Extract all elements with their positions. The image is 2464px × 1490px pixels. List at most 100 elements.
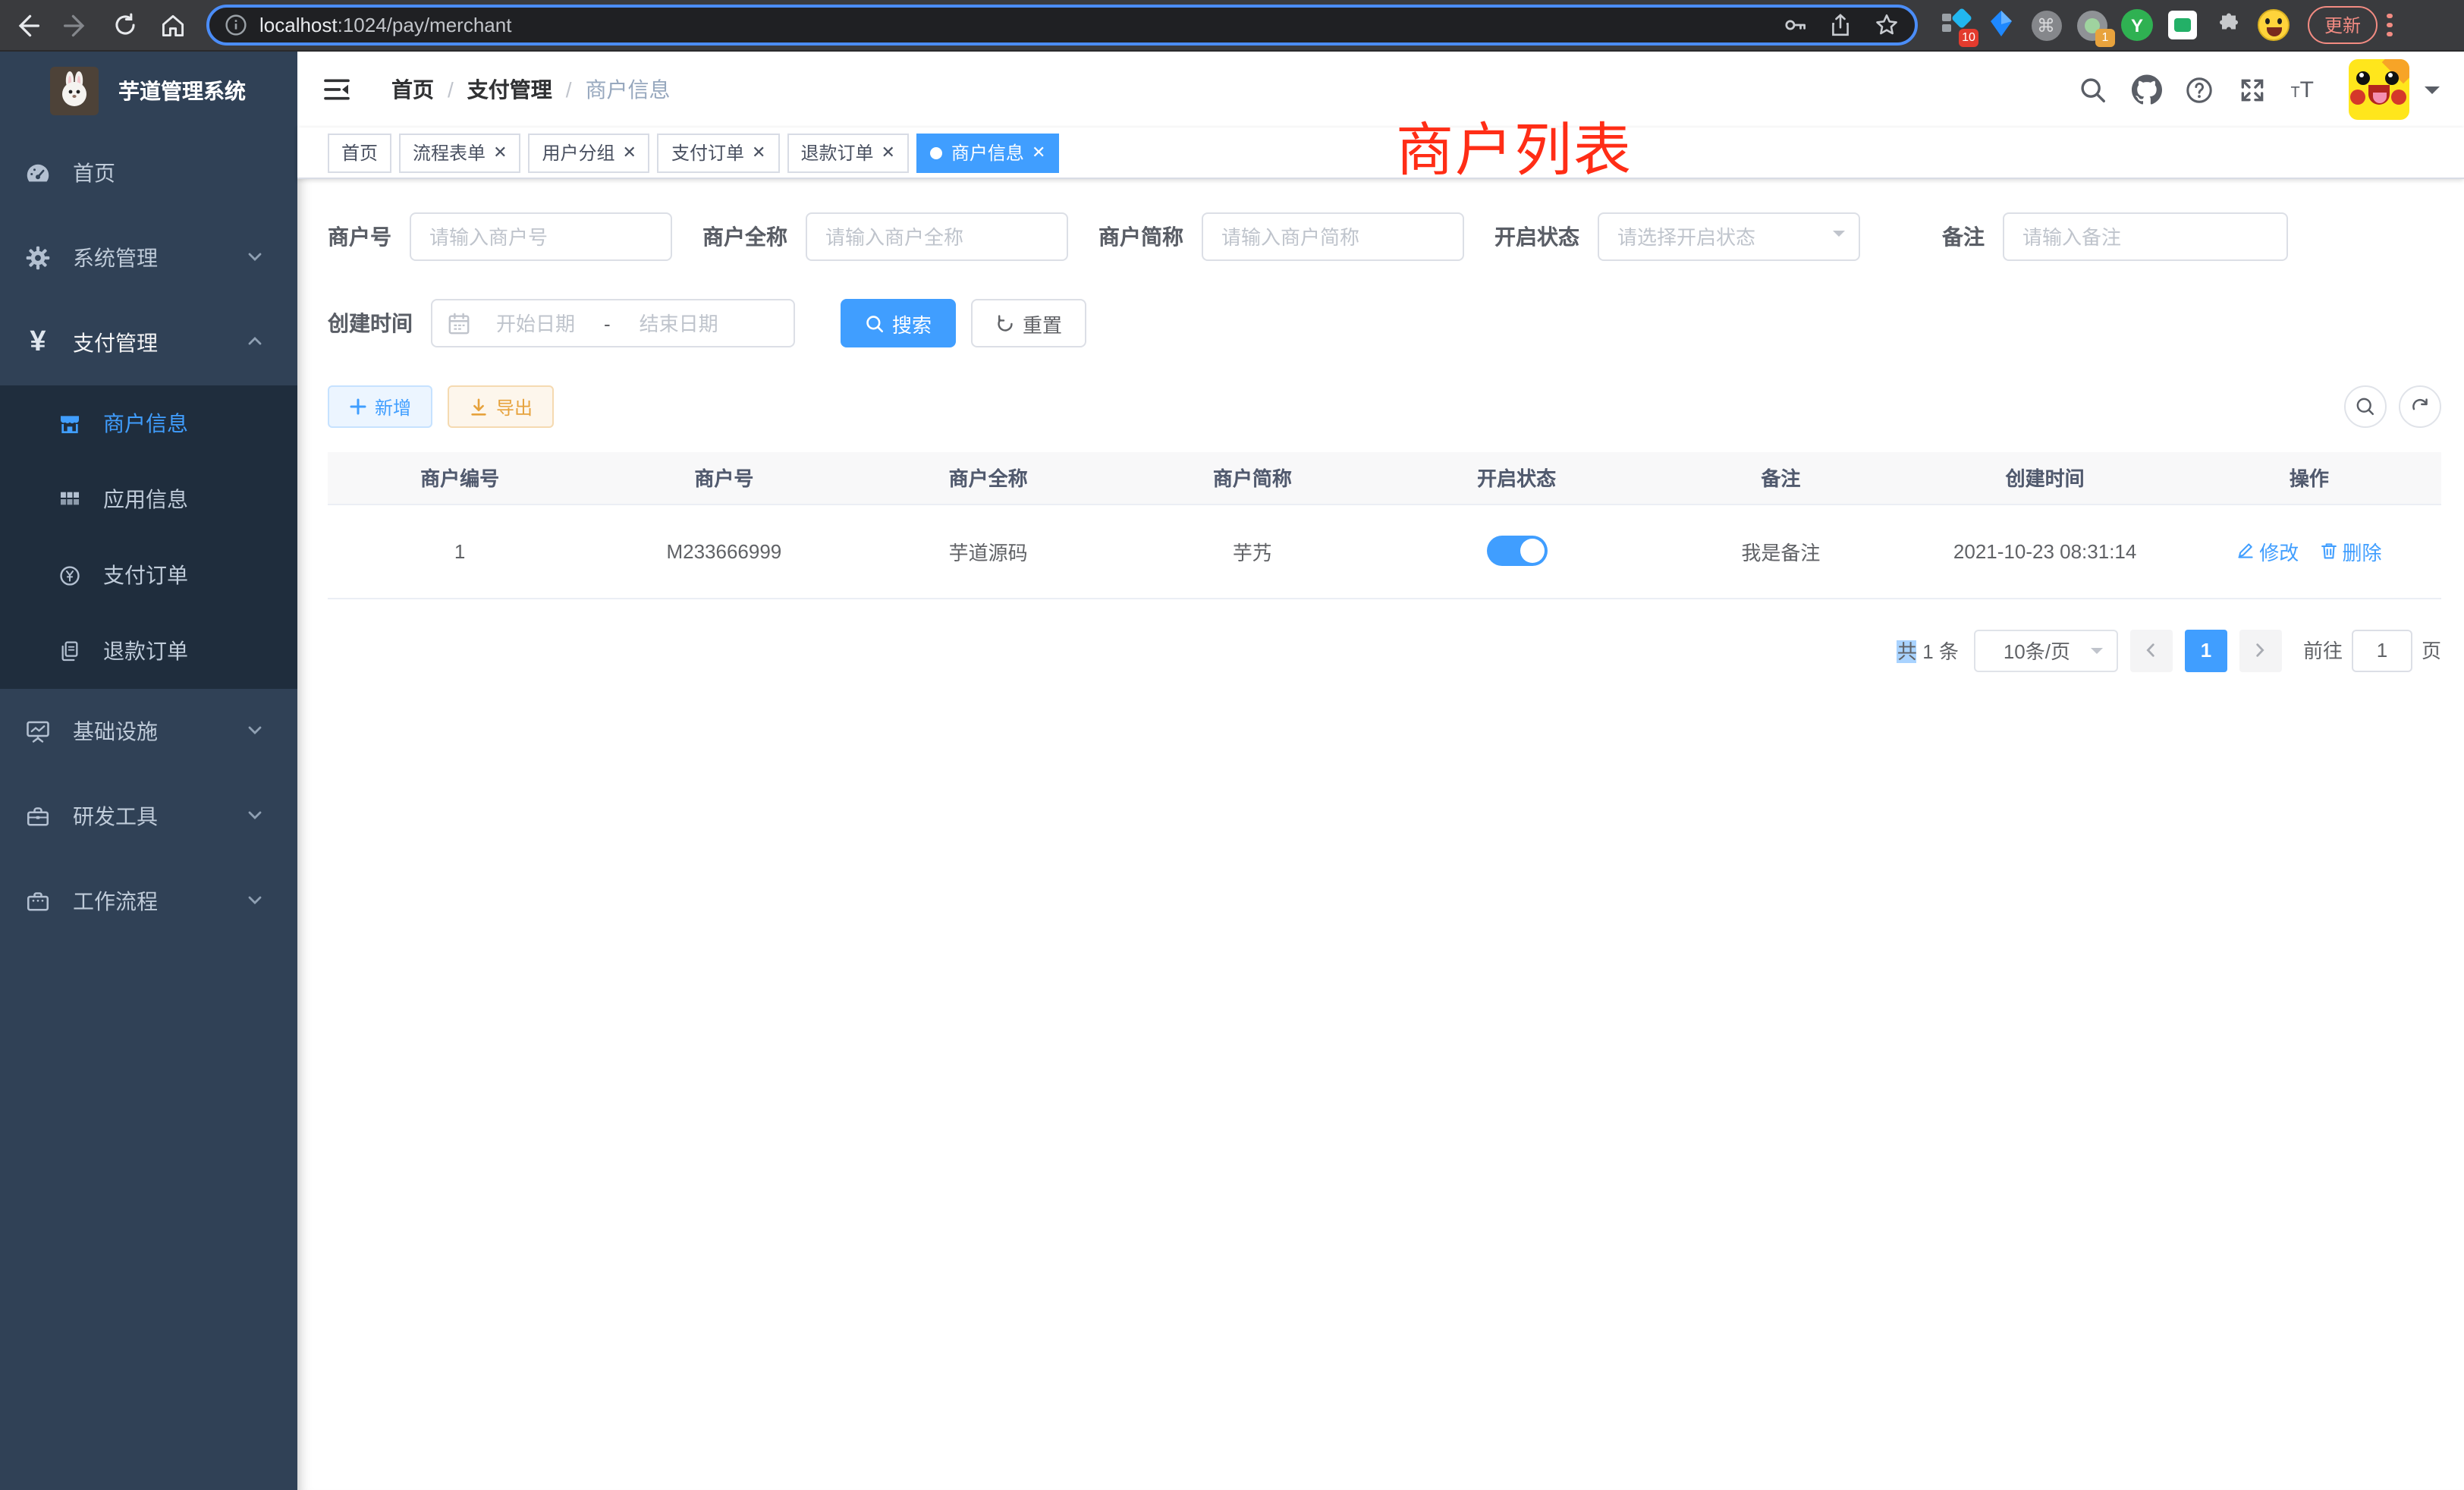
fullscreen-icon[interactable] (2237, 74, 2268, 105)
extension-badge: 10 (1959, 29, 1978, 47)
sidebar-logo[interactable]: 芋道管理系统 (0, 52, 297, 130)
col-merchant-id: 商户编号 (328, 452, 592, 504)
font-size-icon[interactable]: TT (2290, 78, 2314, 101)
show-search-toggle-button[interactable] (2344, 385, 2387, 428)
chrome-update-button[interactable]: 更新 (2308, 6, 2378, 44)
breadcrumb-payment[interactable]: 支付管理 (467, 74, 552, 105)
create-time-label: 创建时间 (328, 308, 431, 338)
page-size-select[interactable]: 10条/页 (1974, 629, 2118, 671)
short-name-input[interactable] (1202, 212, 1464, 261)
chevron-down-icon (246, 804, 264, 828)
extension-kite-icon[interactable] (1985, 9, 2016, 41)
cell-status (1384, 504, 1648, 598)
chevron-up-icon (246, 331, 264, 355)
browser-back-button[interactable] (6, 4, 49, 46)
plus-icon (349, 398, 367, 416)
tab-refund-order[interactable]: 退款订单✕ (787, 133, 908, 172)
date-range-picker[interactable]: - (431, 299, 795, 347)
refresh-icon (2409, 396, 2431, 417)
cell-actions: 修改 删除 (2177, 504, 2441, 598)
close-icon[interactable]: ✕ (752, 143, 765, 162)
merchant-no-input[interactable] (410, 212, 672, 261)
sidebar-fold-icon[interactable] (320, 73, 354, 106)
full-name-input[interactable] (806, 212, 1068, 261)
status-toggle[interactable] (1486, 536, 1547, 566)
close-icon[interactable]: ✕ (623, 143, 636, 162)
edit-link[interactable]: 修改 (2236, 536, 2299, 565)
tab-home[interactable]: 首页 (328, 133, 391, 172)
sidebar: 芋道管理系统 首页 系统管理 ¥ 支付管理 (0, 52, 297, 1490)
sidebar-item-label: 商户信息 (103, 408, 188, 439)
share-icon[interactable] (1828, 12, 1853, 38)
chevron-right-icon (2252, 642, 2269, 659)
breadcrumb-home[interactable]: 首页 (391, 74, 434, 105)
tab-user-group[interactable]: 用户分组✕ (529, 133, 650, 172)
extension-y-icon[interactable]: Y (2121, 9, 2153, 41)
extension-command-icon[interactable]: ⌘ (2030, 9, 2062, 41)
gear-icon (24, 244, 52, 272)
caret-down-icon (2425, 86, 2440, 101)
extension-tasks-icon[interactable]: 10 (1939, 9, 1971, 41)
extension-recorder-icon[interactable]: 1 (2076, 9, 2107, 41)
help-icon[interactable] (2184, 74, 2214, 105)
goto-page-input[interactable] (2352, 629, 2412, 671)
close-icon[interactable]: ✕ (881, 143, 894, 162)
next-page-button[interactable] (2239, 629, 2282, 671)
tab-merchant-info[interactable]: 商户信息✕ (916, 133, 1059, 172)
sidebar-item-dev-tools[interactable]: 研发工具 (0, 774, 297, 859)
sidebar-item-system[interactable]: 系统管理 (0, 215, 297, 300)
status-label: 开启状态 (1494, 222, 1598, 252)
page-number-1[interactable]: 1 (2185, 629, 2227, 671)
refresh-table-button[interactable] (2399, 385, 2441, 428)
sidebar-item-payment[interactable]: ¥ 支付管理 (0, 300, 297, 385)
profile-avatar-icon[interactable] (2258, 9, 2290, 41)
tab-pay-order[interactable]: 支付订单✕ (658, 133, 779, 172)
remark-input[interactable] (2003, 212, 2288, 261)
user-menu[interactable] (2349, 59, 2440, 120)
browser-toolbar: localhost:1024/pay/merchant 10 ⌘ (0, 0, 2464, 52)
tab-process-form[interactable]: 流程表单✕ (399, 133, 520, 172)
github-icon[interactable] (2131, 74, 2161, 105)
tags-view: 首页 流程表单✕ 用户分组✕ 支付订单✕ 退款订单✕ 商户信息✕ (297, 127, 2464, 179)
browser-forward-button[interactable] (55, 4, 97, 46)
add-button[interactable]: 新增 (328, 385, 432, 428)
goto-page: 前往页 (2303, 629, 2441, 671)
close-icon[interactable]: ✕ (1032, 143, 1045, 162)
prev-page-button[interactable] (2130, 629, 2173, 671)
cell-merchant-id: 1 (328, 504, 592, 598)
chrome-menu-icon[interactable] (2387, 14, 2392, 37)
sidebar-item-app-info[interactable]: 应用信息 (0, 461, 297, 537)
short-name-label: 商户简称 (1098, 222, 1202, 252)
yen-icon: ¥ (24, 329, 52, 357)
shop-icon (58, 411, 82, 435)
address-bar[interactable]: localhost:1024/pay/merchant (206, 5, 1918, 46)
status-select[interactable] (1598, 212, 1860, 261)
annotation-title: 商户列表 (1396, 103, 1633, 187)
sidebar-item-pay-order[interactable]: 支付订单 (0, 537, 297, 613)
start-date-input[interactable] (470, 312, 601, 335)
grid-icon (58, 487, 82, 511)
header-search-icon[interactable] (2078, 74, 2108, 105)
chevron-left-icon (2143, 642, 2160, 659)
sidebar-item-refund-order[interactable]: 退款订单 (0, 613, 297, 689)
password-key-icon[interactable] (1781, 12, 1807, 38)
reset-button[interactable]: 重置 (971, 299, 1086, 347)
sidebar-item-infrastructure[interactable]: 基础设施 (0, 689, 297, 774)
browser-reload-button[interactable] (103, 4, 146, 46)
end-date-input[interactable] (614, 312, 744, 335)
browser-home-button[interactable] (152, 4, 194, 46)
site-info-icon[interactable] (225, 14, 247, 36)
extensions-puzzle-icon[interactable] (2212, 9, 2244, 41)
cell-create-time: 2021-10-23 08:31:14 (1913, 504, 2177, 598)
sidebar-item-merchant-info[interactable]: 商户信息 (0, 385, 297, 461)
filter-row-1: 商户号 商户全称 商户简称 开启状态 (328, 212, 2441, 261)
sidebar-item-home[interactable]: 首页 (0, 130, 297, 215)
bookmark-star-icon[interactable] (1874, 12, 1900, 38)
search-button[interactable]: 搜索 (841, 299, 956, 347)
sidebar-item-workflow[interactable]: 工作流程 (0, 859, 297, 944)
extension-chat-icon[interactable] (2167, 9, 2198, 41)
delete-link[interactable]: 删除 (2320, 536, 2382, 565)
close-icon[interactable]: ✕ (493, 143, 507, 162)
export-button[interactable]: 导出 (448, 385, 554, 428)
main-area: 商户列表 首页 / 支付管理 / 商户信息 (297, 52, 2464, 1490)
